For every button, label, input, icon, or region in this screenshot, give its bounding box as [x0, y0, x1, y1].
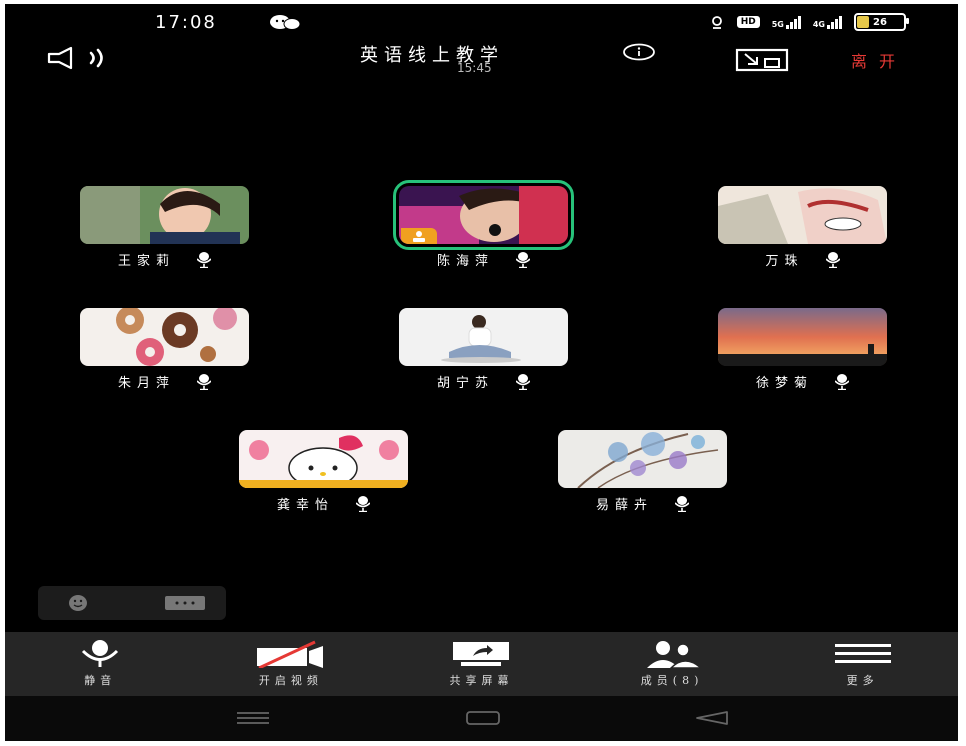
mic-icon	[516, 251, 530, 268]
start-video-button[interactable]: 开启视频	[196, 632, 387, 696]
start-video-label: 开启视频	[258, 674, 323, 687]
participant-name: 朱月萍	[117, 376, 175, 391]
mic-icon	[825, 251, 840, 268]
wechat-icon	[270, 15, 301, 30]
participant-name: 王家莉	[117, 254, 175, 269]
signal-4g: 4G	[812, 15, 842, 29]
participant-name: 万珠	[765, 254, 804, 269]
participant-tile[interactable]: 胡宁苏	[399, 308, 568, 391]
participant-video-thumb	[393, 180, 574, 250]
signal-4g-label: 4G	[812, 19, 825, 29]
participant-video-thumb	[80, 308, 249, 366]
menu-icon	[834, 644, 891, 663]
signal-5g-label: 5G	[771, 19, 784, 29]
mic-icon	[835, 373, 849, 390]
system-nav-bar	[5, 696, 958, 741]
participant-tile[interactable]: 易薛卉	[558, 430, 727, 513]
participant-video-thumb	[399, 308, 568, 366]
participant-video-thumb	[718, 186, 887, 244]
chat-icon[interactable]	[165, 596, 205, 610]
alarm-icon	[711, 16, 722, 29]
participant-tile[interactable]: 徐梦菊	[718, 308, 887, 391]
participant-tile[interactable]: 万珠	[718, 186, 887, 269]
mic-icon	[197, 251, 211, 268]
more-button[interactable]: 更多	[767, 632, 958, 696]
reaction-bar	[38, 586, 226, 620]
participant-name: 陈海萍	[436, 254, 494, 269]
emoji-icon[interactable]	[68, 594, 88, 612]
picture-in-picture-icon[interactable]	[735, 48, 789, 72]
share-screen-icon	[453, 642, 510, 666]
status-indicators: HD 5G 4G 26	[709, 13, 909, 31]
mic-icon	[82, 640, 119, 667]
more-label: 更多	[846, 674, 879, 687]
meeting-elapsed-time: 15:45	[457, 61, 492, 75]
share-screen-label: 共享屏幕	[449, 674, 514, 687]
meeting-screen: 17:08 HD 5G 4G 26 英语线上教学 15:45 离开 王家莉 陈海…	[5, 4, 958, 741]
home-icon[interactable]	[465, 710, 501, 726]
share-screen-button[interactable]: 共享屏幕	[386, 632, 577, 696]
members-icon	[647, 641, 703, 668]
battery-icon: 26	[854, 13, 909, 31]
participant-video-thumb	[718, 308, 887, 366]
mic-icon	[516, 373, 530, 390]
participant-name: 徐梦菊	[755, 376, 813, 391]
info-icon[interactable]	[622, 43, 656, 61]
participant-video-thumb	[558, 430, 727, 488]
participant-tile[interactable]: 龚幸怡	[239, 430, 408, 513]
speaker-icon[interactable]	[47, 46, 111, 70]
participant-video-thumb	[80, 186, 249, 244]
host-badge-icon	[401, 228, 437, 244]
mute-label: 静音	[84, 674, 117, 687]
status-bar: 17:08 HD 5G 4G 26	[5, 4, 958, 40]
participant-name: 胡宁苏	[436, 376, 494, 391]
members-button[interactable]: 成员(8)	[577, 632, 768, 696]
participant-name: 龚幸怡	[276, 498, 334, 513]
signal-5g: 5G	[771, 15, 801, 29]
hd-badge: HD	[736, 16, 760, 28]
mute-button[interactable]: 静音	[5, 632, 196, 696]
status-time: 17:08	[155, 12, 217, 33]
members-label: 成员(8)	[640, 674, 704, 687]
leave-button[interactable]: 离开	[851, 48, 907, 72]
mic-icon	[197, 373, 211, 390]
participant-tile[interactable]: 王家莉	[80, 186, 249, 269]
mic-icon	[356, 495, 370, 512]
mic-icon	[675, 495, 689, 512]
video-off-icon	[256, 640, 323, 668]
back-icon[interactable]	[693, 710, 729, 726]
participant-video-thumb	[239, 430, 408, 488]
participant-name: 易薛卉	[595, 498, 653, 513]
battery-level: 26	[873, 16, 887, 28]
participant-tile[interactable]: 朱月萍	[80, 308, 249, 391]
recent-apps-icon[interactable]	[235, 710, 271, 726]
participant-tile-active[interactable]: 陈海萍	[393, 180, 574, 269]
meeting-toolbar: 静音 开启视频 共享屏幕 成员(8) 更多	[5, 632, 958, 696]
